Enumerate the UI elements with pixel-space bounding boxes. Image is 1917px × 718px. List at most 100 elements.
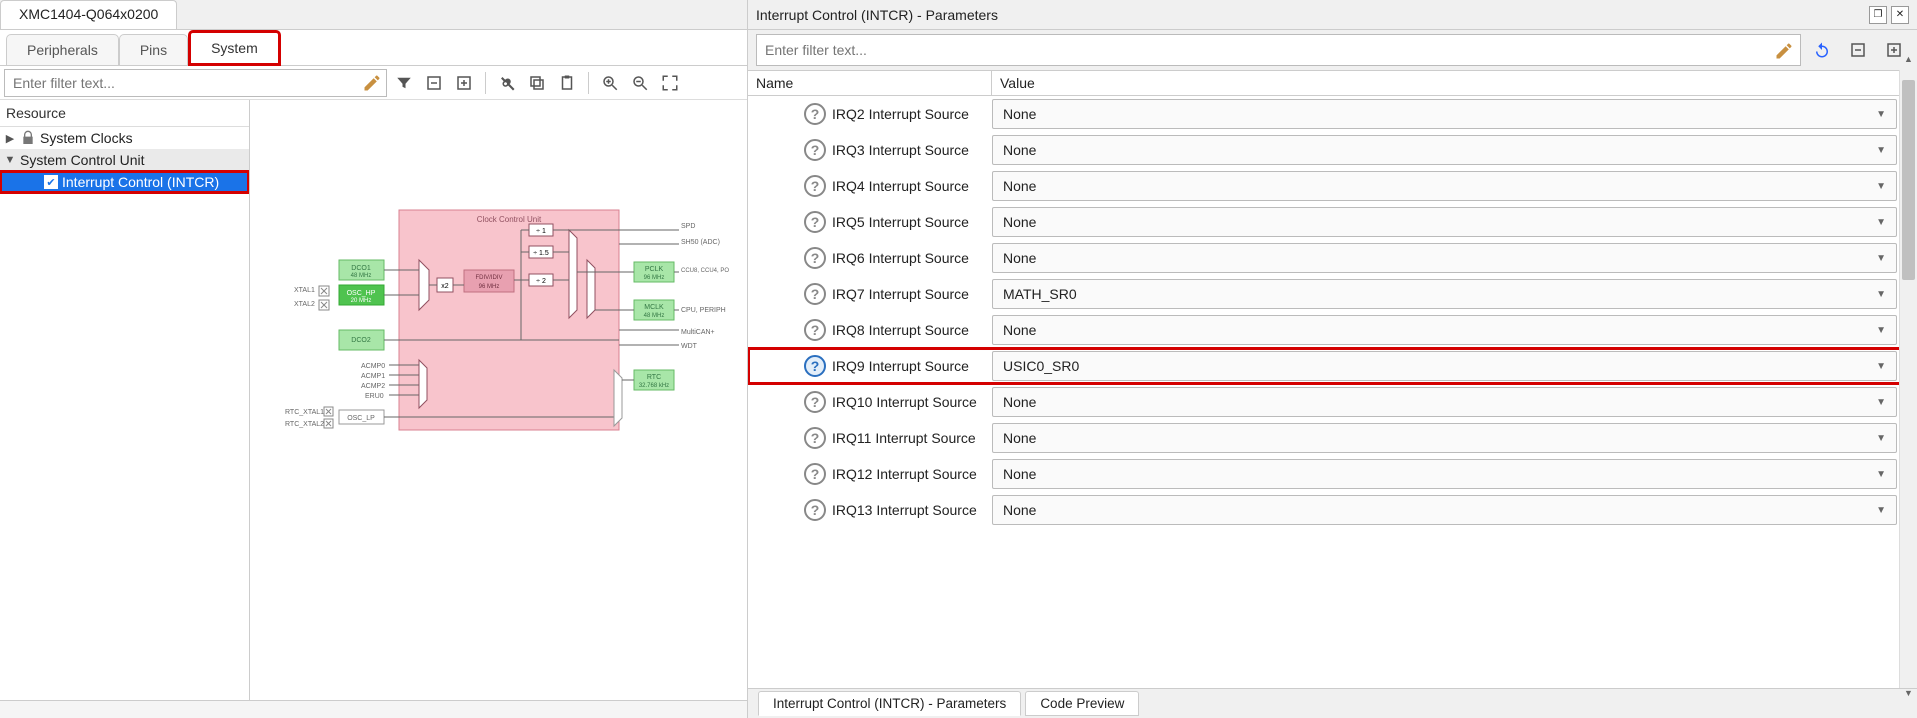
tab-peripherals[interactable]: Peripherals <box>6 34 119 66</box>
param-value-select[interactable]: USIC0_SR0 ▼ <box>992 351 1897 381</box>
zoom-in-icon[interactable] <box>597 70 623 96</box>
collapse-all-icon[interactable] <box>421 70 447 96</box>
param-filter-wrap <box>756 34 1801 66</box>
svg-text:XTAL1: XTAL1 <box>294 287 315 294</box>
paste-icon[interactable] <box>554 70 580 96</box>
svg-text:ACMP0: ACMP0 <box>361 363 385 370</box>
param-value: None <box>1003 502 1036 518</box>
param-value: None <box>1003 394 1036 410</box>
copy-icon[interactable] <box>524 70 550 96</box>
chevron-down-icon: ▼ <box>1876 145 1886 156</box>
param-value-select[interactable]: None ▼ <box>992 459 1897 489</box>
horizontal-scrollbar[interactable] <box>0 700 747 718</box>
param-name: IRQ6 Interrupt Source <box>832 250 969 266</box>
param-value-select[interactable]: None ▼ <box>992 387 1897 417</box>
param-name: IRQ4 Interrupt Source <box>832 178 969 194</box>
help-icon[interactable]: ? <box>804 175 826 197</box>
param-value-select[interactable]: None ▼ <box>992 171 1897 201</box>
chevron-down-icon: ▼ <box>1876 505 1886 516</box>
chevron-down-icon: ▼ <box>1876 433 1886 444</box>
clear-filter-icon[interactable] <box>362 73 382 93</box>
param-value: None <box>1003 178 1036 194</box>
svg-text:÷ 2: ÷ 2 <box>536 278 546 285</box>
tree-item-system-clocks[interactable]: ▶ System Clocks <box>0 127 249 149</box>
vertical-scrollbar[interactable]: ▲ ▼ <box>1899 70 1917 688</box>
clear-filter-icon[interactable] <box>1774 41 1794 61</box>
svg-text:OSC_LP: OSC_LP <box>347 415 375 422</box>
tree-header: Resource <box>0 100 249 127</box>
cut-icon[interactable] <box>494 70 520 96</box>
tree-item-system-control-unit[interactable]: ▼ System Control Unit <box>0 149 249 171</box>
param-value: None <box>1003 430 1036 446</box>
chevron-down-icon: ▼ <box>1876 469 1886 480</box>
column-value[interactable]: Value <box>992 71 1917 95</box>
param-name: IRQ3 Interrupt Source <box>832 142 969 158</box>
param-value-select[interactable]: None ▼ <box>992 243 1897 273</box>
param-value: None <box>1003 142 1036 158</box>
param-value-select[interactable]: None ▼ <box>992 135 1897 165</box>
help-icon[interactable]: ? <box>804 247 826 269</box>
param-row: ? IRQ9 Interrupt Source USIC0_SR0 ▼ <box>748 348 1917 384</box>
svg-text:96 MHz: 96 MHz <box>478 284 499 290</box>
param-value-select[interactable]: None ▼ <box>992 495 1897 525</box>
help-icon[interactable]: ? <box>804 463 826 485</box>
param-value-select[interactable]: None ▼ <box>992 315 1897 345</box>
chevron-down-icon: ▼ <box>1876 289 1886 300</box>
svg-text:x2: x2 <box>441 283 449 290</box>
zoom-out-icon[interactable] <box>627 70 653 96</box>
filter-input[interactable] <box>13 70 356 96</box>
scroll-down-icon[interactable]: ▼ <box>1900 688 1917 704</box>
svg-text:RTC_XTAL2: RTC_XTAL2 <box>285 421 324 428</box>
expand-arrow-icon[interactable]: ▶ <box>4 132 16 145</box>
svg-text:÷ 1: ÷ 1 <box>536 228 546 235</box>
scroll-up-icon[interactable]: ▲ <box>1900 54 1917 70</box>
editor-tabs: XMC1404-Q064x0200 <box>0 0 747 30</box>
help-icon[interactable]: ? <box>804 211 826 233</box>
chevron-down-icon: ▼ <box>1876 325 1886 336</box>
chevron-down-icon: ▼ <box>1876 253 1886 264</box>
filter-icon[interactable] <box>391 70 417 96</box>
tab-system[interactable]: System <box>188 30 281 66</box>
help-icon[interactable]: ? <box>804 283 826 305</box>
tree-item-interrupt-control[interactable]: ✔ Interrupt Control (INTCR) <box>0 171 249 193</box>
param-value-select[interactable]: None ▼ <box>992 423 1897 453</box>
restore-icon[interactable]: ❐ <box>1869 6 1887 24</box>
param-value: USIC0_SR0 <box>1003 358 1079 374</box>
help-icon[interactable]: ? <box>804 499 826 521</box>
help-icon[interactable]: ? <box>804 103 826 125</box>
editor-tab[interactable]: XMC1404-Q064x0200 <box>0 0 177 29</box>
param-value-select[interactable]: None ▼ <box>992 99 1897 129</box>
resource-tree: Resource ▶ System Clocks ▼ System Contro… <box>0 100 250 700</box>
svg-text:OSC_HP: OSC_HP <box>346 290 375 297</box>
collapse-all-icon[interactable] <box>1843 35 1873 65</box>
scroll-thumb[interactable] <box>1902 80 1915 280</box>
checkbox-icon[interactable]: ✔ <box>44 175 58 189</box>
svg-text:SPD: SPD <box>681 223 695 230</box>
close-icon[interactable]: ✕ <box>1891 6 1909 24</box>
help-icon[interactable]: ? <box>804 319 826 341</box>
zoom-fit-icon[interactable] <box>657 70 683 96</box>
help-icon[interactable]: ? <box>804 391 826 413</box>
param-row: ? IRQ10 Interrupt Source None ▼ <box>748 384 1917 420</box>
param-name: IRQ9 Interrupt Source <box>832 358 969 374</box>
tree-item-label: System Clocks <box>40 130 133 146</box>
param-value-select[interactable]: MATH_SR0 ▼ <box>992 279 1897 309</box>
clock-diagram: Clock Control Unit DCO1 48 MHz OSC_HP 20… <box>269 200 729 540</box>
help-icon[interactable]: ? <box>804 427 826 449</box>
tab-parameters[interactable]: Interrupt Control (INTCR) - Parameters <box>758 691 1021 716</box>
param-name: IRQ13 Interrupt Source <box>832 502 977 518</box>
help-icon[interactable]: ? <box>804 355 826 377</box>
bottom-tabs: Interrupt Control (INTCR) - Parameters C… <box>748 688 1917 718</box>
column-name[interactable]: Name <box>748 71 992 95</box>
help-icon[interactable]: ? <box>804 139 826 161</box>
collapse-arrow-icon[interactable]: ▼ <box>4 154 16 166</box>
param-filter-input[interactable] <box>765 35 1768 65</box>
diagram-pane[interactable]: Clock Control Unit DCO1 48 MHz OSC_HP 20… <box>250 100 747 700</box>
svg-text:RTC: RTC <box>646 374 660 381</box>
param-name: IRQ5 Interrupt Source <box>832 214 969 230</box>
refresh-icon[interactable] <box>1807 35 1837 65</box>
param-value-select[interactable]: None ▼ <box>992 207 1897 237</box>
expand-all-icon[interactable] <box>451 70 477 96</box>
tab-pins[interactable]: Pins <box>119 34 188 66</box>
tab-code-preview[interactable]: Code Preview <box>1025 691 1139 716</box>
